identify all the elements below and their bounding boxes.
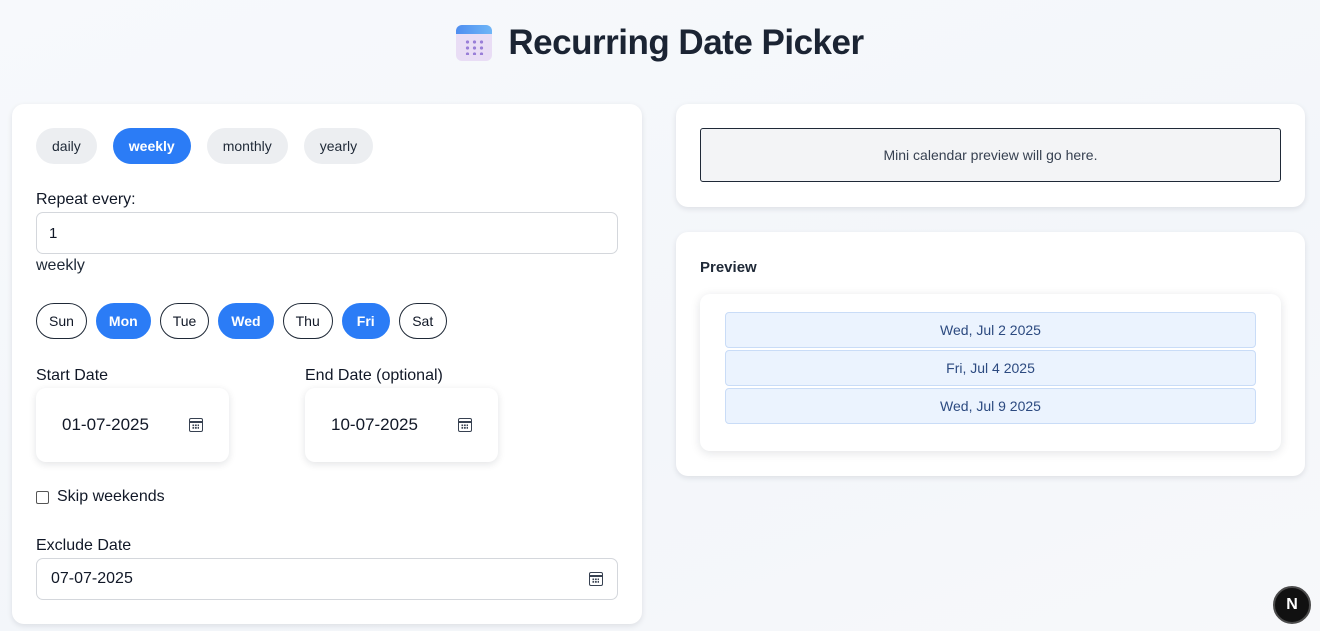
repeat-label: Repeat every: bbox=[36, 191, 136, 208]
calendar-icon bbox=[456, 25, 493, 61]
exclude-date-value: 07-07-2025 bbox=[51, 570, 133, 587]
skip-weekends-label[interactable]: Skip weekends bbox=[57, 488, 165, 506]
mini-calendar-card: Mini calendar preview will go here. bbox=[676, 104, 1305, 207]
start-date-input[interactable]: 01-07-2025 bbox=[36, 388, 229, 462]
skip-weekends-checkbox[interactable] bbox=[36, 490, 49, 504]
calendar-icon[interactable] bbox=[458, 418, 472, 432]
end-date-value: 10-07-2025 bbox=[331, 415, 418, 434]
end-date-input[interactable]: 10-07-2025 bbox=[305, 388, 498, 462]
day-sun[interactable]: Sun bbox=[36, 303, 87, 339]
preview-card: Preview Wed, Jul 2 2025 Fri, Jul 4 2025 … bbox=[676, 232, 1305, 476]
page-header: Recurring Date Picker bbox=[0, 20, 1320, 66]
preview-title: Preview bbox=[700, 259, 757, 276]
tab-yearly[interactable]: yearly bbox=[303, 128, 374, 164]
mini-calendar-placeholder: Mini calendar preview will go here. bbox=[700, 128, 1281, 182]
day-wed[interactable]: Wed bbox=[218, 303, 274, 339]
preview-date-item: Wed, Jul 9 2025 bbox=[725, 388, 1256, 424]
repeat-interval-input[interactable]: 1 bbox=[36, 212, 618, 254]
start-date-label: Start Date bbox=[36, 367, 109, 384]
day-mon[interactable]: Mon bbox=[95, 303, 151, 339]
exclude-date-label: Exclude Date bbox=[36, 537, 132, 554]
exclude-date-input[interactable]: 07-07-2025 bbox=[36, 558, 618, 600]
start-date-value: 01-07-2025 bbox=[62, 415, 149, 434]
end-date-label: End Date (optional) bbox=[305, 367, 443, 384]
page-title: Recurring Date Picker bbox=[508, 23, 864, 62]
tab-daily[interactable]: daily bbox=[36, 128, 97, 164]
frequency-tabs: daily weekly monthly yearly bbox=[36, 128, 374, 164]
dev-tools-badge[interactable]: N bbox=[1273, 586, 1311, 624]
repeat-interval-value: 1 bbox=[49, 224, 58, 242]
tab-weekly[interactable]: weekly bbox=[112, 128, 191, 164]
day-fri[interactable]: Fri bbox=[341, 303, 390, 339]
day-sat[interactable]: Sat bbox=[398, 303, 447, 339]
repeat-unit-text: weekly bbox=[36, 257, 85, 274]
skip-weekends-row: Skip weekends bbox=[36, 488, 165, 506]
settings-card: daily weekly monthly yearly Repeat every… bbox=[12, 104, 642, 624]
calendar-icon[interactable] bbox=[189, 418, 203, 432]
preview-date-item: Fri, Jul 4 2025 bbox=[725, 350, 1256, 386]
weekday-selector: Sun Mon Tue Wed Thu Fri Sat bbox=[36, 303, 447, 339]
calendar-icon[interactable] bbox=[589, 572, 603, 586]
day-tue[interactable]: Tue bbox=[159, 303, 210, 339]
preview-date-item: Wed, Jul 2 2025 bbox=[725, 312, 1256, 348]
preview-panel: Wed, Jul 2 2025 Fri, Jul 4 2025 Wed, Jul… bbox=[700, 294, 1281, 451]
preview-list: Wed, Jul 2 2025 Fri, Jul 4 2025 Wed, Jul… bbox=[725, 312, 1256, 424]
tab-monthly[interactable]: monthly bbox=[206, 128, 288, 164]
day-thu[interactable]: Thu bbox=[282, 303, 333, 339]
